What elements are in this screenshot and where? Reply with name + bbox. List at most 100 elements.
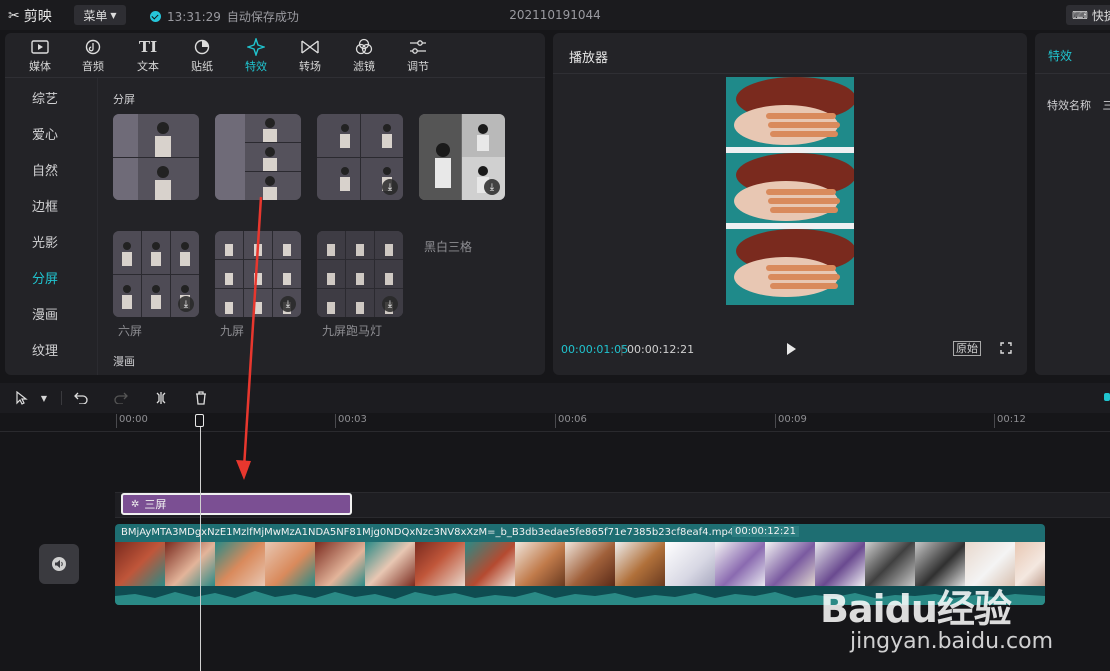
video-clip-name: BMjAyMTA3MDgxNzE1MzlfMjMwMzA1NDA5NF81Mjg… xyxy=(121,527,735,538)
transition-icon xyxy=(301,40,319,54)
category-item-heart[interactable]: 爱心 xyxy=(5,124,85,143)
effect-thumbnail-bw-three-panel[interactable]: ⤓ xyxy=(419,114,505,200)
thumbnail-image xyxy=(113,114,199,200)
video-frame xyxy=(265,542,315,586)
video-frame xyxy=(615,542,665,586)
category-item-split-screen[interactable]: 分屏 xyxy=(5,268,85,287)
tab-filter[interactable]: 滤镜 xyxy=(344,36,384,74)
tab-audio[interactable]: 音频 xyxy=(73,36,113,74)
tab-label: 滤镜 xyxy=(353,60,375,73)
download-icon[interactable]: ⤓ xyxy=(484,179,500,195)
video-frame xyxy=(415,542,465,586)
ruler-tick: 00:06 xyxy=(555,414,587,428)
category-item-comic[interactable]: 漫画 xyxy=(5,304,85,323)
category-item-variety[interactable]: 综艺 xyxy=(5,88,85,107)
download-icon[interactable]: ⤓ xyxy=(382,296,398,312)
category-item-nature[interactable]: 自然 xyxy=(5,160,85,179)
thumbnail-image xyxy=(215,114,301,200)
effect-thumbnail-six-screen[interactable]: ⤓ xyxy=(113,231,199,317)
player-title: 播放器 xyxy=(569,51,609,66)
track-mute-button[interactable] xyxy=(39,544,79,584)
effect-name-label: 特效名称 xyxy=(1047,99,1091,112)
tab-sticker[interactable]: 贴纸 xyxy=(182,36,222,74)
delete-icon[interactable] xyxy=(193,390,209,406)
effect-properties-panel: 特效 特效名称 三 xyxy=(1035,33,1110,375)
effect-thumbnail-four-screen[interactable]: ⤓ xyxy=(317,114,403,200)
effect-sparkle-icon xyxy=(247,38,265,56)
category-item-border[interactable]: 边框 xyxy=(5,196,85,215)
section-title: 分屏 xyxy=(113,93,135,106)
effect-sparkle-icon: ✲ xyxy=(131,498,140,510)
tab-transition[interactable]: 转场 xyxy=(290,36,330,74)
divider xyxy=(61,391,62,405)
video-preview[interactable] xyxy=(726,77,854,305)
baidu-watermark: Baidu经验 jingyan.baidu.com xyxy=(820,578,1053,654)
chevron-down-icon[interactable]: ▼ xyxy=(36,390,52,406)
tab-adjust[interactable]: 调节 xyxy=(398,36,438,74)
tab-label: 转场 xyxy=(299,60,321,73)
tab-label: 音频 xyxy=(82,60,104,73)
ruler-tick: 00:03 xyxy=(335,414,367,428)
divider xyxy=(553,73,1027,74)
project-title: 202110191044 xyxy=(509,8,601,22)
play-icon[interactable] xyxy=(784,342,798,356)
download-icon[interactable]: ⤓ xyxy=(178,296,194,312)
divider xyxy=(1035,73,1110,74)
keyboard-icon: ⌨ xyxy=(1072,8,1088,22)
tab-label: 贴纸 xyxy=(191,60,213,73)
divider xyxy=(97,78,98,375)
category-item-texture[interactable]: 纹理 xyxy=(5,340,85,359)
split-icon[interactable] xyxy=(153,390,169,406)
category-item-light[interactable]: 光影 xyxy=(5,232,85,251)
video-frame xyxy=(215,542,265,586)
effect-thumbnail-three-screen[interactable] xyxy=(215,114,301,200)
divider xyxy=(5,77,545,78)
fullscreen-icon[interactable] xyxy=(1000,342,1012,354)
undo-icon[interactable] xyxy=(73,390,89,406)
effect-label: 九屏跑马灯 xyxy=(322,324,383,338)
effect-label: 六屏 xyxy=(118,324,143,338)
tab-text[interactable]: TI 文本 xyxy=(128,36,168,74)
tab-label: 调节 xyxy=(407,60,429,73)
effect-thumbnail-nine-screen[interactable]: ⤓ xyxy=(215,231,301,317)
video-frame xyxy=(515,542,565,586)
effect-clip-label: 三屏 xyxy=(144,498,167,511)
original-ratio-button[interactable]: 原始 xyxy=(953,341,981,356)
timeline-toolbar: ▼ xyxy=(0,383,1110,413)
sticker-icon xyxy=(194,39,210,55)
tab-media[interactable]: 媒体 xyxy=(20,36,60,74)
preview-band-1 xyxy=(726,77,854,153)
ruler-tick: 00:12 xyxy=(994,414,1026,428)
text-icon: TI xyxy=(138,38,158,56)
download-icon[interactable]: ⤓ xyxy=(382,179,398,195)
effect-label: 九屏 xyxy=(220,324,245,338)
playhead-line[interactable] xyxy=(200,417,201,671)
effect-thumbnail-nine-screen-marquee[interactable]: ⤓ xyxy=(317,231,403,317)
video-frame xyxy=(365,542,415,586)
player-panel: 播放器 00:00:01:05 | 00:00:12:21 原始 xyxy=(553,33,1027,375)
video-frame xyxy=(565,542,615,586)
ruler-tick: 00:09 xyxy=(775,414,807,428)
timeline-ruler[interactable]: 00:00 00:03 00:06 00:09 00:12 xyxy=(0,413,1110,432)
tab-effects[interactable]: 特效 xyxy=(236,36,276,74)
effect-thumbnail-two-screen[interactable] xyxy=(113,114,199,200)
video-frame xyxy=(765,542,815,586)
shortcut-button[interactable]: ⌨ 快捷 xyxy=(1066,5,1110,25)
total-time: 00:00:12:21 xyxy=(627,343,695,356)
time-separator: | xyxy=(620,343,624,356)
watermark-url: jingyan.baidu.com xyxy=(850,629,1054,654)
redo-icon[interactable] xyxy=(113,390,129,406)
media-panel: 媒体 音频 TI 文本 贴纸 特效 转场 滤镜 调节 综艺 爱心 自然 边框 光… xyxy=(5,33,545,375)
preview-band-3 xyxy=(726,229,854,305)
effect-name-value: 三 xyxy=(1102,99,1110,112)
video-clip-duration: 00:00:12:21 xyxy=(732,526,800,537)
adjust-sliders-icon xyxy=(410,40,426,54)
section-title-next: 漫画 xyxy=(113,355,135,368)
effect-label: 黑白三格 xyxy=(424,240,473,254)
playhead-handle[interactable] xyxy=(195,414,204,427)
effect-clip-three-screen[interactable]: ✲ 三屏 xyxy=(121,493,352,515)
select-cursor-icon[interactable] xyxy=(14,390,30,406)
download-icon[interactable]: ⤓ xyxy=(280,296,296,312)
current-time: 00:00:01:05 xyxy=(561,343,629,356)
zoom-indicator[interactable] xyxy=(1104,393,1110,401)
